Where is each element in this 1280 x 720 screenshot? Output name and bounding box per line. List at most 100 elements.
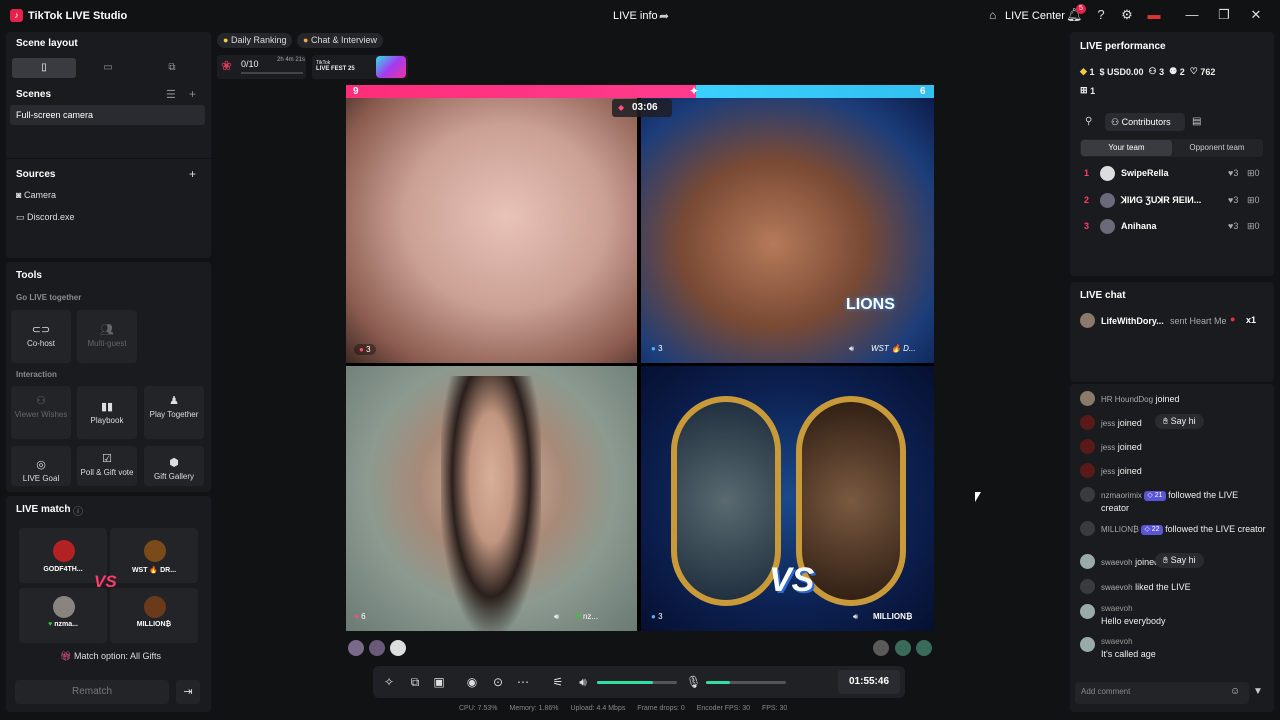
captions-icon[interactable]: ▣: [432, 675, 446, 689]
scene-item[interactable]: Full-screen camera: [10, 105, 205, 125]
record-icon[interactable]: ◉: [465, 675, 479, 689]
opponent-avatar[interactable]: [895, 640, 911, 656]
daily-ranking-chip[interactable]: ● Daily Ranking: [217, 33, 293, 48]
video-tile-4[interactable]: VS ● 3 🔊︎ MILLION₿: [641, 366, 934, 631]
chat-message[interactable]: MILLION₿ ◇ 22 followed the LIVE creator: [1080, 521, 1266, 551]
emoji-icon[interactable]: ☺: [1230, 686, 1240, 697]
mic-slider[interactable]: [706, 681, 786, 684]
match-player-card[interactable]: WST 🔥 DR...: [110, 528, 198, 583]
add-comment-input[interactable]: Add comment ☺: [1075, 682, 1249, 704]
live-stage[interactable]: 9 6 ✦ ● 3 LIONS ● 3 🔊︎ WST 🔥 D... ◆ 03:0…: [346, 84, 934, 631]
avatar: [1080, 521, 1095, 536]
chat-message[interactable]: swaevoh It's called age: [1080, 637, 1266, 667]
speaker-icon[interactable]: 🔊︎: [849, 344, 854, 354]
chat-user: swaevoh: [1101, 604, 1133, 613]
effects-wand-icon[interactable]: ✧: [382, 675, 396, 689]
source-discord[interactable]: ▭ Discord.exe: [16, 212, 75, 223]
score-left: 9: [353, 86, 359, 97]
gift-gallery-button[interactable]: ⬢ Gift Gallery: [144, 446, 204, 486]
contributor-row[interactable]: 2 ꓘIИG ƷUꓘR ЯEIИ... ♥3 ⊞0: [1080, 193, 1266, 209]
say-hi-button[interactable]: ✋︎ Say hi: [1155, 414, 1204, 429]
speaker-volume-icon[interactable]: 🔊︎: [576, 675, 590, 690]
match-player-card[interactable]: MILLION₿: [110, 588, 198, 643]
chat-message[interactable]: nzmaorimix ◇ 21 followed the LIVE creato…: [1080, 487, 1266, 517]
viewer-avatar[interactable]: [369, 640, 385, 656]
countdown-badge: ◆ 03:06: [612, 99, 672, 117]
exit-icon[interactable]: ⇥: [176, 680, 200, 704]
chat-message[interactable]: swaevoh Hello everybody: [1080, 604, 1266, 634]
settings-gear-icon[interactable]: ⚙: [1119, 7, 1135, 23]
contributor-row[interactable]: 1 SwipeRella ♥3 ⊞0: [1080, 166, 1266, 182]
add-scene-icon[interactable]: +: [189, 87, 196, 101]
maximize-icon[interactable]: ❐: [1216, 7, 1232, 23]
contributor-rank: 2: [1084, 195, 1090, 205]
gift-box-icon[interactable]: ▬: [1146, 7, 1162, 22]
frame-drops-stat: Frame drops: 0: [637, 705, 685, 712]
cohost-button[interactable]: ⊂⊃ Co-host: [11, 310, 71, 363]
help-icon[interactable]: ?: [1093, 7, 1109, 22]
live-center-button[interactable]: LIVE Center: [1005, 10, 1065, 22]
speaker-icon[interactable]: 🔊︎: [853, 612, 858, 622]
tile-score: ● 3: [354, 344, 376, 355]
live-duration-timer: 01:55:46: [838, 670, 900, 694]
gift-gallery-icon: ⬢: [169, 457, 179, 469]
live-match-title: LIVE match: [16, 504, 71, 515]
video-tile-3[interactable]: ● 6 🔊︎ ♥ nz...: [346, 366, 637, 631]
person-icon[interactable]: ⚲: [1085, 116, 1092, 127]
fest-line2: LIVE FEST 25: [316, 66, 355, 72]
opponent-avatar[interactable]: [916, 640, 932, 656]
screenshot-icon[interactable]: ⊙: [491, 675, 505, 689]
viewer-avatar[interactable]: [390, 640, 406, 656]
chat-interview-chip[interactable]: ● Chat & Interview: [297, 33, 383, 48]
opponent-avatar[interactable]: [873, 640, 889, 656]
avatar: [53, 540, 75, 562]
chat-text: joined: [1117, 442, 1142, 452]
your-team-tab[interactable]: Your team: [1081, 140, 1172, 156]
layout-portrait-button[interactable]: ▯: [12, 58, 76, 78]
volume-slider[interactable]: [597, 681, 677, 684]
share-icon[interactable]: ➦: [659, 9, 669, 23]
opponent-team-tab[interactable]: Opponent team: [1172, 140, 1262, 156]
speaker-icon[interactable]: 🔊︎: [554, 612, 559, 622]
window-icon: ▭: [16, 212, 25, 222]
viewer-avatar[interactable]: [348, 640, 364, 656]
playbook-button[interactable]: ▮▮ Playbook: [77, 386, 137, 439]
gift-metric: ⊞ 1: [1080, 85, 1095, 96]
viewer-wishes-button[interactable]: ⚇ Viewer Wishes: [11, 386, 71, 439]
more-icon[interactable]: ⋯: [516, 675, 530, 689]
live-fest-badge[interactable]: TikTok LIVE FEST 25: [312, 55, 408, 79]
say-hi-button[interactable]: ✋︎ Say hi: [1155, 553, 1204, 568]
add-source-icon[interactable]: +: [189, 167, 196, 181]
mixer-icon[interactable]: ⚟: [551, 675, 565, 689]
minimize-icon[interactable]: —: [1184, 7, 1200, 22]
list-icon[interactable]: ☰: [166, 88, 176, 101]
rematch-button[interactable]: Rematch: [15, 680, 169, 704]
team-toggle: Your team Opponent team: [1080, 139, 1263, 157]
source-camera[interactable]: ◙ Camera: [16, 190, 56, 200]
multiguest-button[interactable]: 👥︎ Multi-guest: [77, 310, 137, 363]
play-together-button[interactable]: ♟ Play Together: [144, 386, 204, 439]
microphone-icon[interactable]: 🎙︎: [686, 675, 701, 689]
video-tile-1[interactable]: ● 3: [346, 98, 637, 363]
info-icon[interactable]: ⓘ: [73, 503, 83, 518]
contributor-row[interactable]: 3 Anihana ♥3 ⊞0: [1080, 219, 1266, 235]
home-icon[interactable]: ⌂: [989, 8, 996, 22]
layout-landscape-button[interactable]: ▭: [76, 58, 140, 78]
close-icon[interactable]: ✕: [1248, 7, 1264, 23]
poll-gift-vote-button[interactable]: ☑ Poll & Gift vote: [77, 446, 137, 486]
player-name: WST 🔥 DR...: [131, 567, 177, 574]
match-player-card[interactable]: ♥ nzma...: [19, 588, 107, 643]
list-detail-icon[interactable]: ▤: [1192, 116, 1201, 127]
contributor-likes: ♥3: [1228, 195, 1238, 205]
rose-progress-widget[interactable]: ❀ 0/10 2h 4m 21s: [217, 55, 306, 79]
layout-multi-button[interactable]: ⧉: [140, 58, 204, 78]
chat-interview-icon: ●: [303, 35, 309, 45]
live-info-title[interactable]: LIVE info: [613, 10, 658, 22]
contributors-tab[interactable]: ⚇ Contributors: [1105, 113, 1185, 131]
live-goal-button[interactable]: ◎ LIVE Goal: [11, 446, 71, 486]
transform-icon[interactable]: ⧉: [408, 675, 422, 690]
video-tile-2[interactable]: LIONS ● 3 🔊︎ WST 🔥 D...: [641, 98, 934, 363]
upload-stat: Upload: 4.4 Mbps: [570, 705, 626, 712]
match-option[interactable]: 🎁︎ Match option: All Gifts: [60, 651, 161, 662]
filter-icon[interactable]: ▼: [1253, 686, 1263, 697]
